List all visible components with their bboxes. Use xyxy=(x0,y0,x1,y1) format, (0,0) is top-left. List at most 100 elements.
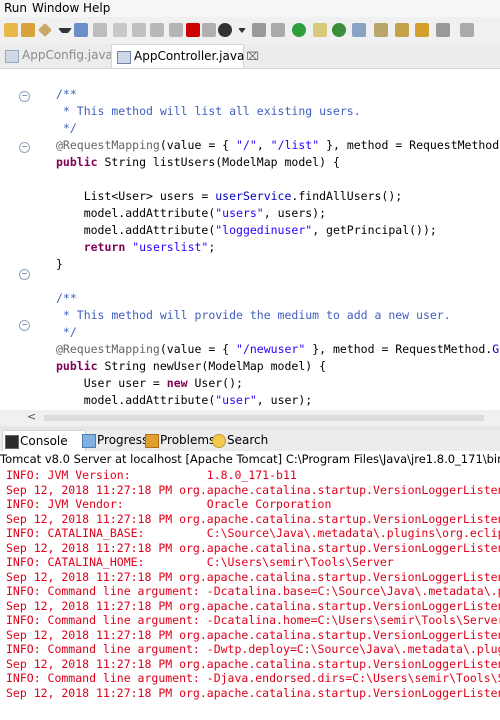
tab-label: AppController.java xyxy=(134,49,245,63)
build-icon[interactable] xyxy=(313,23,327,37)
java-file-icon xyxy=(5,50,19,63)
code-line: @RequestMapping(value = { "/newuser" }, … xyxy=(56,341,500,358)
console-line: Sep 12, 2018 11:27:18 PM org.apache.cata… xyxy=(6,569,500,584)
code-token: "userslist" xyxy=(132,240,209,254)
code-token: .findAllUsers(); xyxy=(291,189,403,203)
console-header: Tomcat v8.0 Server at localhost [Apache … xyxy=(0,451,500,467)
run-icon[interactable] xyxy=(292,23,306,37)
next-annotation-icon[interactable] xyxy=(132,23,146,37)
new-class-icon[interactable] xyxy=(352,23,366,37)
code-token: User(); xyxy=(187,376,243,390)
tab-console[interactable]: Console xyxy=(2,430,86,451)
console-output[interactable]: INFO: JVM Version: 1.8.0_171-b11 Sep 12, … xyxy=(0,467,500,720)
code-token: "loggedinuser" xyxy=(215,223,313,237)
pause-icon[interactable] xyxy=(169,23,183,37)
code-line: List<User> users = userService.findAllUs… xyxy=(56,188,403,205)
console-line: INFO: CATALINA_BASE: C:\Source\Java\.met… xyxy=(6,526,500,540)
tab-label: Console xyxy=(20,434,68,448)
close-tab-icon[interactable]: ⌧ xyxy=(246,45,259,68)
prev-edit-icon[interactable] xyxy=(395,23,409,37)
fold-toggle-icon[interactable]: − xyxy=(19,320,30,331)
fold-toggle-icon[interactable]: − xyxy=(19,269,30,280)
code-token: } xyxy=(56,257,63,271)
prev-annotation-icon[interactable] xyxy=(113,23,127,37)
progress-icon xyxy=(82,434,96,448)
console-line: INFO: JVM Vendor: Oracle Corporation xyxy=(6,497,332,511)
external-tools-icon[interactable] xyxy=(332,23,346,37)
tab-label: Search xyxy=(227,433,269,447)
debug-icon[interactable] xyxy=(218,23,232,37)
step-over-icon[interactable] xyxy=(271,23,285,37)
menu-help[interactable]: Help xyxy=(83,1,110,15)
tab-search[interactable]: Search xyxy=(210,430,282,450)
tab-appcontroller[interactable]: AppController.java ⌧ xyxy=(111,44,259,68)
console-line: Sep 12, 2018 11:27:18 PM org.apache.cata… xyxy=(6,685,500,700)
code-token: @RequestMapping xyxy=(56,138,160,152)
problems-icon xyxy=(145,434,159,448)
code-token: String listUsers(ModelMap model) { xyxy=(97,155,340,169)
tab-appconfig[interactable]: AppConfig.java xyxy=(0,44,114,67)
scroll-left-icon[interactable]: < xyxy=(27,410,36,423)
code-token: , getPrincipal()); xyxy=(312,223,437,237)
search-icon[interactable] xyxy=(74,23,88,37)
code-token: (value = { xyxy=(159,138,237,152)
code-token: */ xyxy=(56,121,77,135)
code-token: @RequestMapping xyxy=(56,342,160,356)
java-file-icon xyxy=(117,51,131,64)
console-line: INFO: Command line argument: -Dcatalina.… xyxy=(6,613,500,627)
back-icon[interactable] xyxy=(436,23,450,37)
scroll-thumb[interactable] xyxy=(44,415,484,421)
editor-tab-bar: AppConfig.java AppController.java ⌧ xyxy=(0,44,500,69)
code-line: public String newUser(ModelMap model) { xyxy=(56,358,326,375)
tab-label: Problems xyxy=(160,433,216,447)
console-line: Sep 12, 2018 11:27:18 PM org.apache.cata… xyxy=(6,627,500,642)
dropdown-arrow-icon[interactable] xyxy=(238,28,246,33)
code-editor[interactable]: − − − − /** * This method will list all … xyxy=(0,69,500,410)
code-line: @RequestMapping(value = { "/", "/list" }… xyxy=(56,137,500,154)
console-line: INFO: JVM Version: 1.8.0_171-b11 xyxy=(6,468,297,482)
console-line: INFO: Command line argument: -Djava.endo… xyxy=(6,671,500,685)
code-token: */ xyxy=(56,325,77,339)
forward-icon[interactable] xyxy=(460,23,474,37)
dropdown-arrow-icon[interactable] xyxy=(58,28,72,33)
last-edit-icon[interactable] xyxy=(415,23,429,37)
open-folder-icon[interactable] xyxy=(4,23,18,37)
code-token: userService xyxy=(215,189,292,203)
menu-bar: Run Window Help xyxy=(0,0,500,17)
stop-icon[interactable] xyxy=(186,23,200,37)
console-line: INFO: CATALINA_HOME: C:\Users\semir\Tool… xyxy=(6,555,394,569)
menu-window[interactable]: Window xyxy=(32,1,79,15)
code-line: model.addAttribute("loggedinuser", getPr… xyxy=(56,222,437,239)
disconnect-icon[interactable] xyxy=(202,23,216,37)
console-line: Sep 12, 2018 11:27:18 PM org.apache.cata… xyxy=(6,540,500,555)
step-into-icon[interactable] xyxy=(252,23,266,37)
code-token: "/" xyxy=(236,138,257,152)
fold-toggle-icon[interactable]: − xyxy=(19,91,30,102)
code-line: * This method will list all existing use… xyxy=(56,103,361,120)
code-token: "/newuser" xyxy=(236,342,306,356)
console-tab-bar: Console Progress Problems Search xyxy=(0,430,500,452)
code-line: model.addAttribute("users", users); xyxy=(56,205,326,222)
toolbar xyxy=(0,17,500,45)
console-line: INFO: Command line argument: -Dwtp.deplo… xyxy=(6,642,500,656)
code-line: * This method will provide the medium to… xyxy=(56,307,451,324)
code-token: ; xyxy=(208,240,216,254)
console-line: Sep 12, 2018 11:27:18 PM org.apache.cata… xyxy=(6,598,500,613)
editor-horizontal-scrollbar[interactable]: < xyxy=(0,410,500,426)
code-token: public xyxy=(56,359,98,373)
console-icon xyxy=(5,435,19,449)
code-token: return xyxy=(83,240,126,254)
toggle-mark-icon[interactable] xyxy=(93,23,107,37)
code-token: "user" xyxy=(215,393,257,407)
code-token: }, method = RequestMethod. xyxy=(305,342,493,356)
skip-icon[interactable] xyxy=(150,23,164,37)
fold-toggle-icon[interactable]: − xyxy=(19,142,30,153)
search-icon xyxy=(212,434,226,448)
code-line: /** xyxy=(56,290,77,307)
code-token: model.addAttribute( xyxy=(56,393,216,407)
pin-icon[interactable] xyxy=(37,22,53,38)
menu-run[interactable]: Run xyxy=(4,1,27,15)
open-type-icon[interactable] xyxy=(21,23,35,37)
next-edit-icon[interactable] xyxy=(374,23,388,37)
